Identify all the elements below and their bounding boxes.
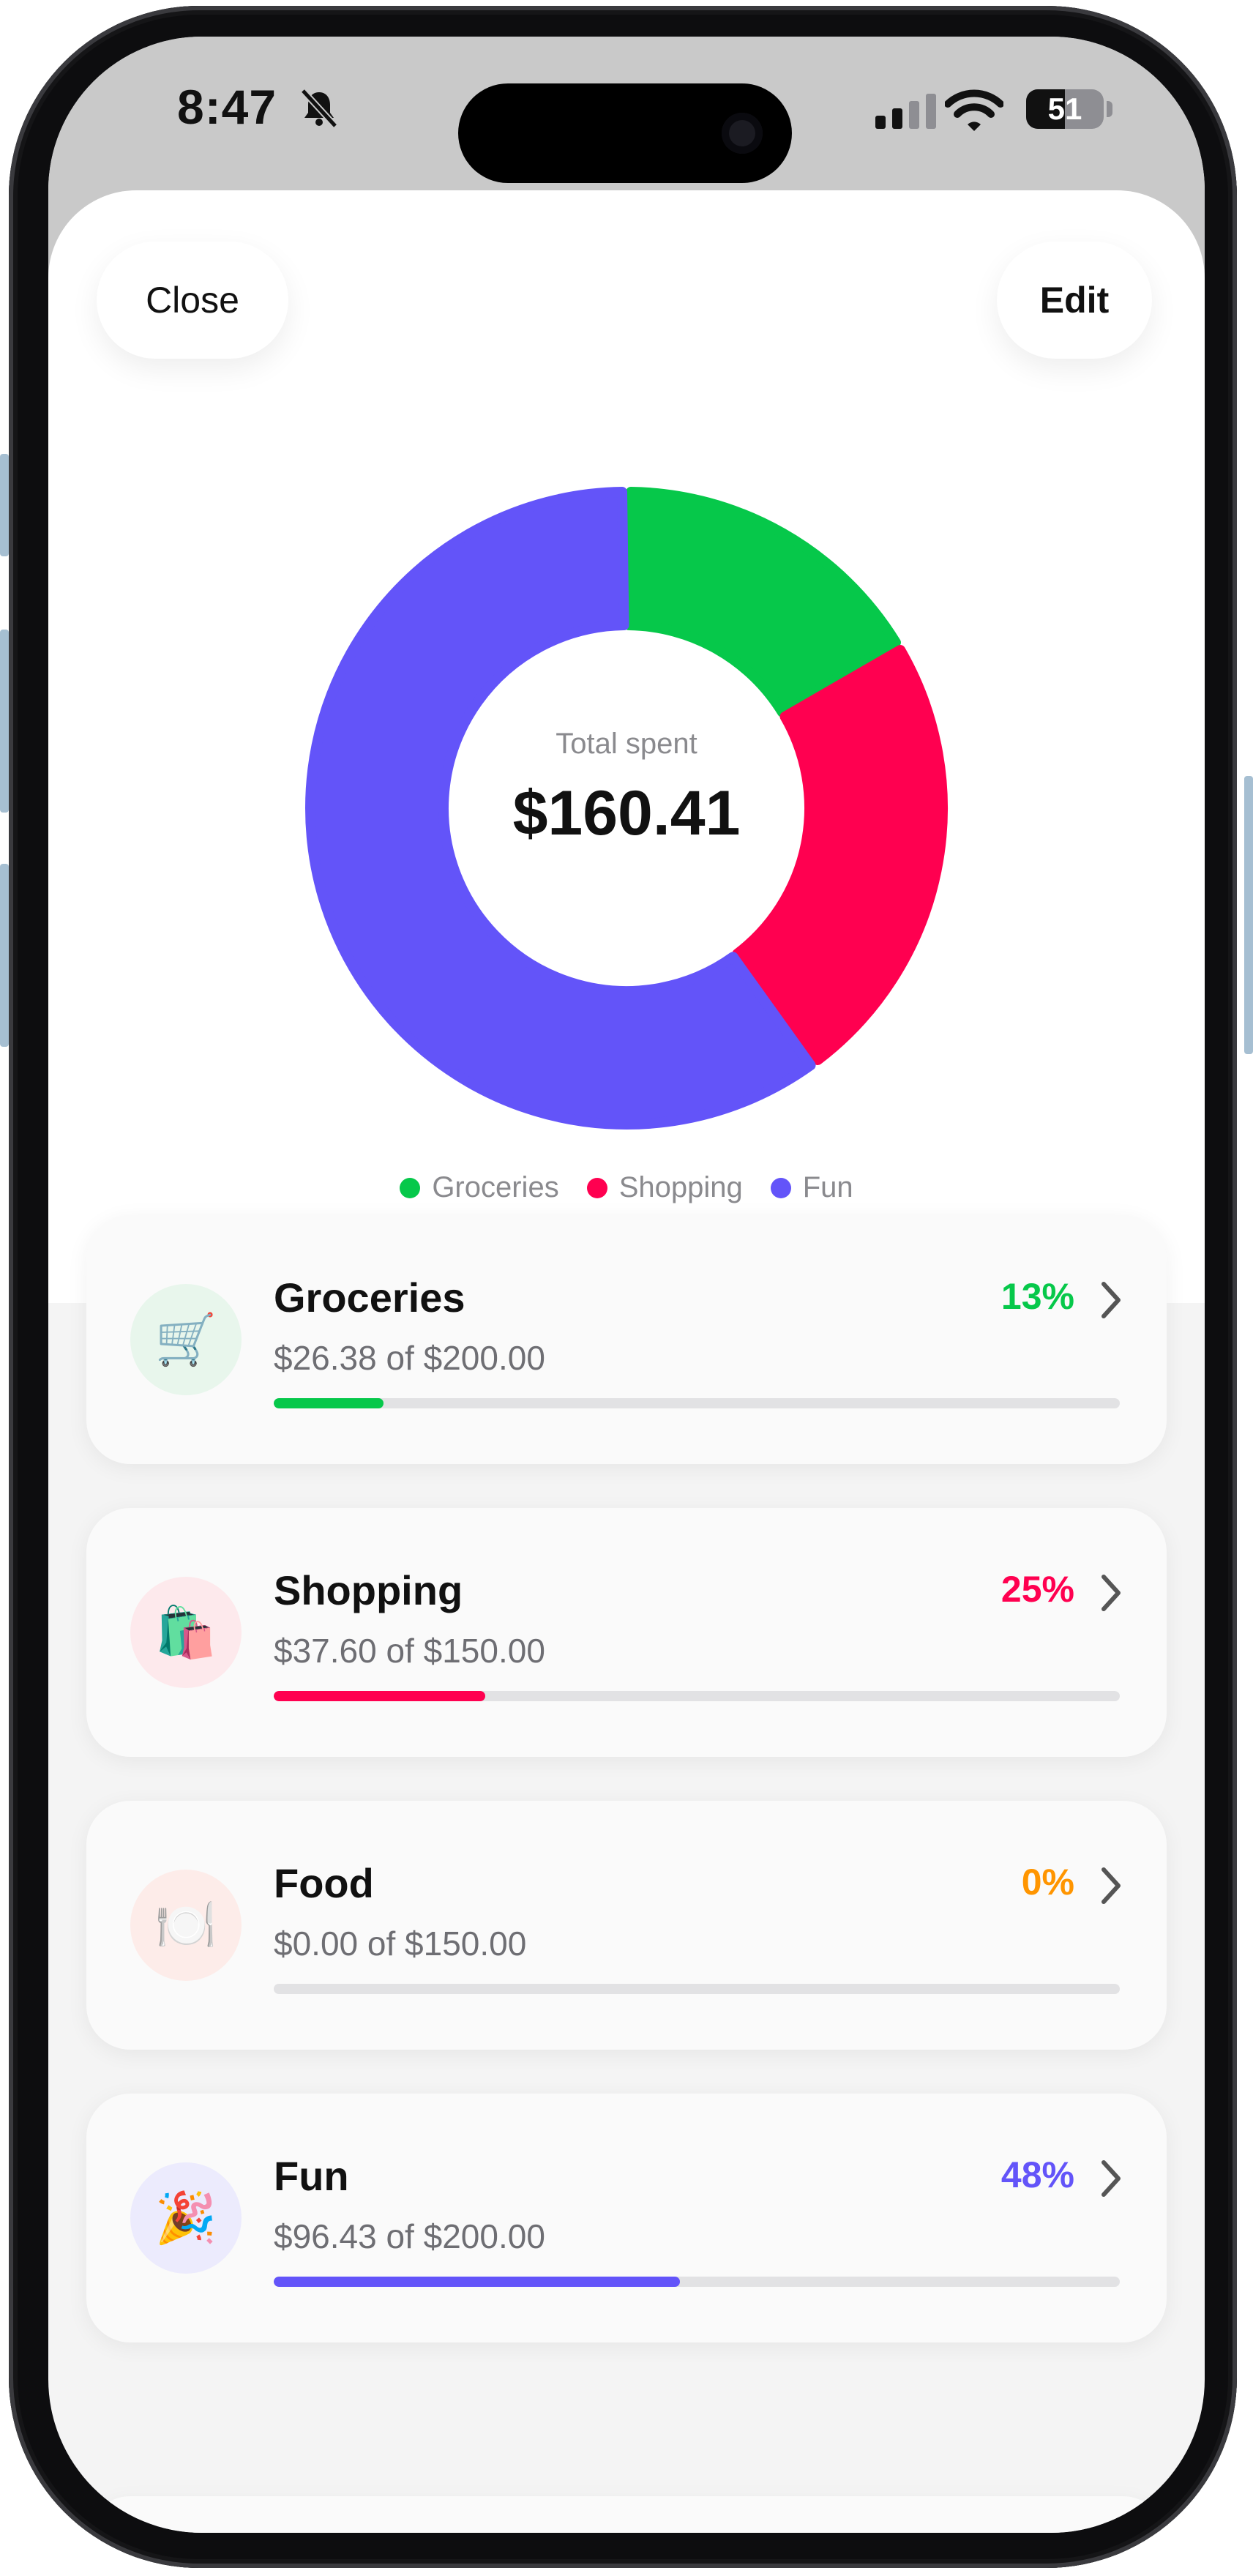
category-percent: 25% bbox=[1000, 1569, 1074, 1610]
progress-track bbox=[274, 1984, 1120, 1994]
category-amount: $0.00 of $150.00 bbox=[274, 1924, 527, 1963]
progress-fill bbox=[274, 1398, 384, 1408]
category-name: Shopping bbox=[274, 1567, 463, 1613]
shopping-cart-icon: 🛒 bbox=[130, 1284, 242, 1395]
legend-dot bbox=[586, 1177, 607, 1198]
battery-icon: 51 bbox=[1026, 89, 1104, 129]
total-spent-value: $160.41 bbox=[512, 778, 741, 848]
category-card-groceries[interactable]: 🛒 Groceries $26.38 of $200.00 13% bbox=[86, 1215, 1167, 1464]
legend-item-fun: Fun bbox=[770, 1171, 853, 1204]
legend-item-groceries: Groceries bbox=[400, 1171, 559, 1204]
category-percent: 0% bbox=[1021, 1862, 1074, 1903]
category-name: Food bbox=[274, 1860, 374, 1906]
category-percent: 48% bbox=[1000, 2154, 1074, 2195]
battery-level: 51 bbox=[1047, 92, 1082, 126]
category-amount: $37.60 of $150.00 bbox=[274, 1632, 545, 1670]
battery-tip bbox=[1107, 101, 1112, 117]
category-card-fun[interactable]: 🎉 Fun $96.43 of $200.00 48% bbox=[86, 2094, 1167, 2342]
legend-dot bbox=[400, 1177, 421, 1198]
status-time: 8:47 bbox=[177, 80, 277, 134]
progress-fill bbox=[274, 1691, 485, 1701]
camera-icon bbox=[722, 113, 763, 154]
category-percent: 13% bbox=[1000, 1276, 1074, 1317]
total-spent-label: Total spent bbox=[556, 728, 697, 760]
category-name: Groceries bbox=[274, 1274, 465, 1321]
progress-track bbox=[274, 2277, 1120, 2287]
next-card-peek bbox=[86, 2496, 1167, 2533]
chevron-right-icon bbox=[1101, 2160, 1121, 2197]
power-button bbox=[1244, 776, 1253, 1054]
category-amount: $96.43 of $200.00 bbox=[274, 2217, 545, 2255]
party-popper-icon: 🎉 bbox=[130, 2162, 242, 2274]
cellular-signal-icon bbox=[875, 94, 936, 129]
edit-button[interactable]: Edit bbox=[997, 242, 1152, 359]
close-button[interactable]: Close bbox=[97, 242, 288, 359]
legend-dot bbox=[770, 1177, 791, 1198]
legend-label: Fun bbox=[802, 1171, 853, 1203]
category-card-shopping[interactable]: 🛍️ Shopping $37.60 of $150.00 25% bbox=[86, 1508, 1167, 1757]
volume-down-button bbox=[0, 864, 9, 1047]
progress-track bbox=[274, 1398, 1120, 1408]
bell-slash-icon bbox=[300, 88, 338, 129]
plate-cutlery-icon: 🍽️ bbox=[130, 1870, 242, 1981]
legend-label: Groceries bbox=[432, 1171, 559, 1203]
wifi-icon bbox=[945, 89, 1003, 131]
category-card-food[interactable]: 🍽️ Food $0.00 of $150.00 0% bbox=[86, 1801, 1167, 2050]
category-name: Fun bbox=[274, 2153, 349, 2199]
chart-legend: Groceries Shopping Fun bbox=[48, 1171, 1205, 1204]
dynamic-island bbox=[458, 83, 792, 183]
action-button bbox=[0, 454, 9, 556]
chevron-right-icon bbox=[1101, 1575, 1121, 1611]
volume-up-button bbox=[0, 630, 9, 813]
shopping-bags-icon: 🛍️ bbox=[130, 1577, 242, 1688]
legend-label: Shopping bbox=[618, 1171, 743, 1203]
screen: 8:47 51 Close Edit Total spent $160.41 G… bbox=[48, 37, 1205, 2533]
progress-fill bbox=[274, 2277, 680, 2287]
progress-track bbox=[274, 1691, 1120, 1701]
legend-item-shopping: Shopping bbox=[586, 1171, 743, 1204]
chevron-right-icon bbox=[1101, 1282, 1121, 1318]
category-amount: $26.38 of $200.00 bbox=[274, 1339, 545, 1377]
chevron-right-icon bbox=[1101, 1867, 1121, 1904]
